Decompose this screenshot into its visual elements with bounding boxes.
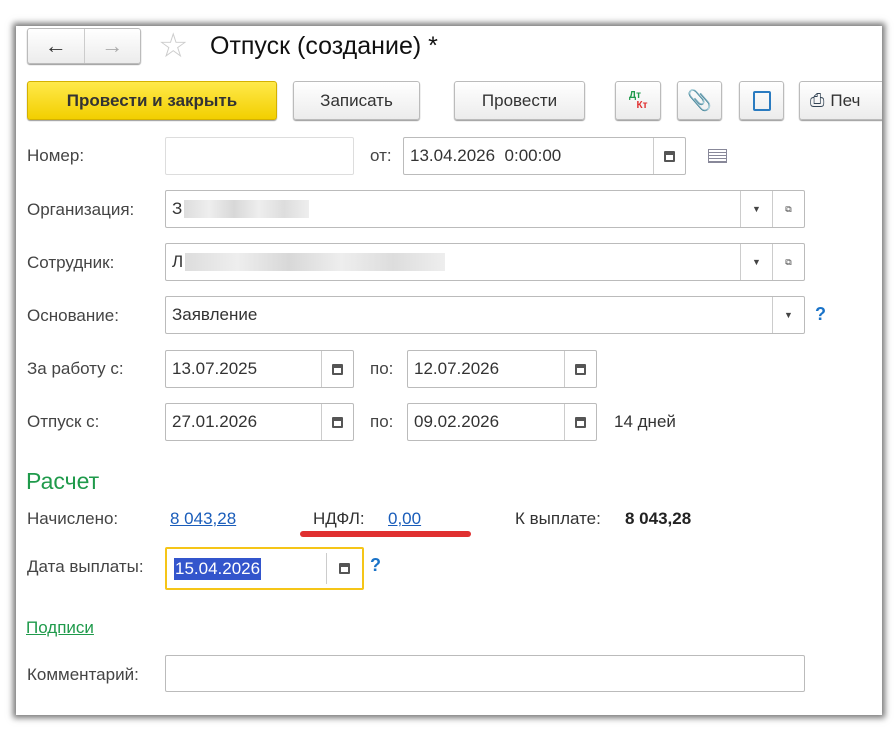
page-title: Отпуск (создание) * xyxy=(210,32,438,60)
work-to-input[interactable]: 12.07.2026 xyxy=(407,350,597,388)
basis-label: Основание: xyxy=(27,306,119,325)
dropdown-icon[interactable]: ▼ xyxy=(740,191,772,227)
work-to-value: 12.07.2026 xyxy=(414,359,500,378)
help-icon[interactable]: ? xyxy=(370,555,381,576)
attach-button[interactable]: 📎 xyxy=(677,81,722,120)
star-icon[interactable]: ☆ xyxy=(158,26,188,66)
document-window: ← → ☆ Отпуск (создание) * Провести и зак… xyxy=(16,26,882,715)
post-button[interactable]: Провести xyxy=(454,81,585,120)
arrow-left-icon[interactable]: ← xyxy=(28,29,85,63)
employee-label: Сотрудник: xyxy=(27,253,115,272)
to-label: по: xyxy=(370,412,394,431)
ndfl-link[interactable]: 0,00 xyxy=(388,509,421,529)
comment-input[interactable] xyxy=(165,655,805,692)
pay-date-value: 15.04.2026 xyxy=(174,557,262,580)
print-button[interactable]: ⎙ Печ xyxy=(799,81,882,120)
structure-icon xyxy=(752,90,771,111)
calendar-icon[interactable] xyxy=(564,351,596,387)
open-icon[interactable]: ⧉ xyxy=(772,244,804,280)
calendar-icon[interactable] xyxy=(321,404,353,440)
accrued-label: Начислено: xyxy=(27,509,119,528)
calendar-icon[interactable] xyxy=(321,351,353,387)
dtkt-button[interactable]: Дт Кт xyxy=(615,81,661,120)
nav-buttons: ← → xyxy=(27,28,141,64)
blurred-text xyxy=(185,253,446,271)
blurred-text xyxy=(184,200,310,218)
date-input[interactable]: 13.04.2026 0:00:00 xyxy=(403,137,686,175)
signatures-link[interactable]: Подписи xyxy=(26,618,94,638)
dropdown-icon[interactable]: ▼ xyxy=(772,297,804,333)
days-count: 14 дней xyxy=(614,412,676,431)
red-underline-annotation xyxy=(300,531,471,537)
vacation-to-value: 09.02.2026 xyxy=(414,412,500,431)
employee-value: Л xyxy=(172,252,184,271)
organization-value: З xyxy=(172,199,183,218)
to-pay-label: К выплате: xyxy=(515,509,601,528)
printer-icon: ⎙ xyxy=(810,90,825,110)
basis-value: Заявление xyxy=(172,305,258,324)
vacation-from-label: Отпуск с: xyxy=(27,412,100,431)
ndfl-label: НДФЛ: xyxy=(313,509,365,528)
list-icon[interactable] xyxy=(708,149,727,163)
from-label: от: xyxy=(370,146,392,165)
calendar-icon[interactable] xyxy=(564,404,596,440)
accrued-link[interactable]: 8 043,28 xyxy=(170,509,236,529)
employee-input[interactable]: Л ▼ ⧉ xyxy=(165,243,805,281)
arrow-right-icon[interactable]: → xyxy=(85,29,141,63)
dt-icon: Дт xyxy=(628,89,642,101)
open-icon[interactable]: ⧉ xyxy=(772,191,804,227)
post-and-close-button[interactable]: Провести и закрыть xyxy=(27,81,277,120)
vacation-to-input[interactable]: 09.02.2026 xyxy=(407,403,597,441)
number-input[interactable] xyxy=(165,137,354,175)
print-label: Печ xyxy=(830,90,861,110)
vacation-from-input[interactable]: 27.01.2026 xyxy=(165,403,354,441)
date-value: 13.04.2026 0:00:00 xyxy=(410,146,562,165)
kt-icon: Кт xyxy=(636,99,648,111)
save-button[interactable]: Записать xyxy=(293,81,420,120)
number-label: Номер: xyxy=(27,146,85,165)
to-pay-value: 8 043,28 xyxy=(625,509,692,528)
help-icon[interactable]: ? xyxy=(815,304,826,325)
organization-label: Организация: xyxy=(27,200,135,219)
to-label: по: xyxy=(370,359,394,378)
basis-select[interactable]: Заявление ▼ xyxy=(165,296,805,334)
calendar-icon[interactable] xyxy=(653,138,685,174)
work-from-value: 13.07.2025 xyxy=(172,359,258,378)
pay-date-label: Дата выплаты: xyxy=(27,557,144,576)
work-from-input[interactable]: 13.07.2025 xyxy=(165,350,354,388)
pay-date-input[interactable]: 15.04.2026 xyxy=(165,547,364,590)
dropdown-icon[interactable]: ▼ xyxy=(740,244,772,280)
work-from-label: За работу с: xyxy=(27,359,124,378)
calc-section-title: Расчет xyxy=(26,468,100,494)
organization-input[interactable]: З ▼ ⧉ xyxy=(165,190,805,228)
paperclip-icon: 📎 xyxy=(687,90,712,112)
comment-label: Комментарий: xyxy=(27,665,139,684)
vacation-from-value: 27.01.2026 xyxy=(172,412,258,431)
structure-button[interactable] xyxy=(739,81,784,120)
calendar-icon[interactable] xyxy=(326,553,362,584)
